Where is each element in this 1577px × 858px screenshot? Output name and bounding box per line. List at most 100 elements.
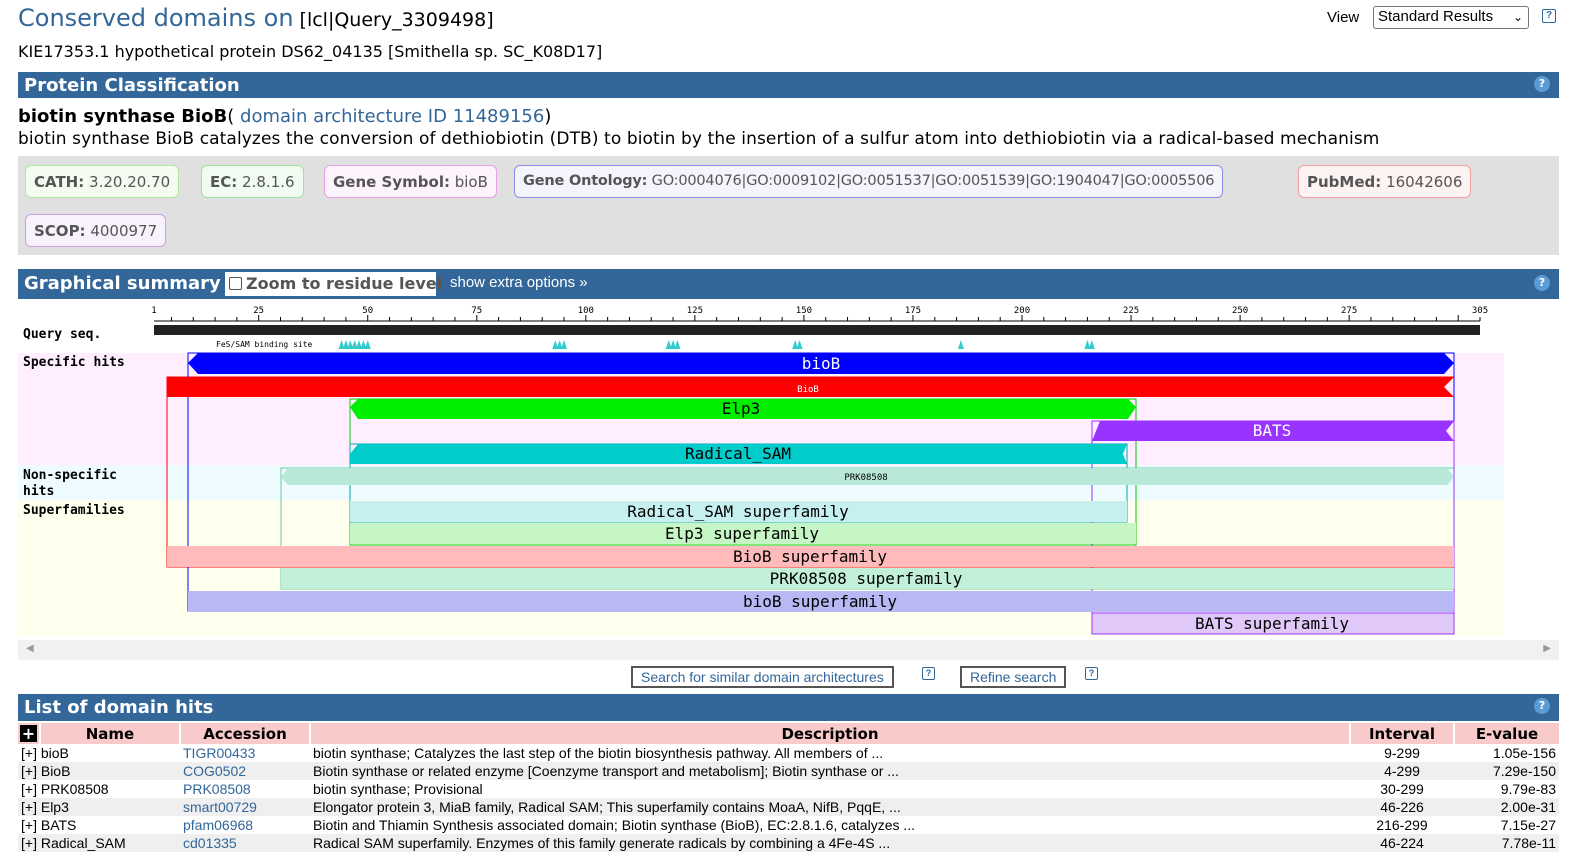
table-row[interactable]: [+] BATS pfam06968 Biotin and Thiamin Sy…	[18, 816, 1559, 834]
table-row[interactable]: [+] Elp3 smart00729 Elongator protein 3,…	[18, 798, 1559, 816]
badge-value: 4000977	[90, 222, 158, 240]
protein-classification-title: Protein Classification	[24, 75, 240, 96]
help-icon[interactable]: ?	[1534, 76, 1550, 92]
hit-accession-link[interactable]: PRK08508	[180, 780, 310, 798]
hit-interval: 9-299	[1384, 744, 1420, 761]
table-row[interactable]: [+] BioB COG0502 Biotin synthase or rela…	[18, 762, 1559, 780]
pubmed-badge[interactable]: PubMed: 16042606	[1298, 165, 1472, 198]
domain-hits-bar: List of domain hits ?	[18, 694, 1559, 721]
show-extra-options-link[interactable]: show extra options »	[450, 274, 588, 291]
ruler-tick-label: 225	[1123, 306, 1139, 316]
hit-interval: 216-299	[1376, 816, 1428, 833]
horizontal-scrollbar[interactable]: ◀ ▶	[18, 640, 1559, 660]
hit-description: Elongator protein 3, MiaB family, Radica…	[310, 798, 1350, 816]
zoom-checkbox[interactable]	[229, 277, 242, 290]
badge-value: 16042606	[1386, 173, 1463, 191]
hit-name: Radical_SAM	[40, 834, 126, 851]
classification-name: biotin synthase BioB	[18, 106, 228, 127]
table-row[interactable]: [+] bioB TIGR00433 biotin synthase; Cata…	[18, 744, 1559, 762]
hit-name: Elp3	[40, 798, 69, 815]
ruler-tick-label: 200	[1014, 306, 1030, 316]
col-accession[interactable]: Accession	[180, 723, 311, 744]
hit-description: Biotin and Thiamin Synthesis associated …	[313, 816, 916, 833]
ruler-tick-label: 305	[1472, 306, 1488, 316]
hit-accession-link[interactable]: pfam06968	[180, 816, 310, 834]
domain-architecture-link[interactable]: domain architecture ID 11489156	[240, 106, 544, 127]
help-icon[interactable]: ?	[1085, 667, 1098, 680]
classification-badges: CATH: 3.20.20.70 EC: 2.8.1.6 Gene Symbol…	[18, 156, 1559, 255]
view-select-value: Standard Results	[1378, 8, 1494, 25]
table-row[interactable]: [+] Radical_SAM cd01335 Radical SAM supe…	[18, 834, 1559, 852]
gene-symbol-badge[interactable]: Gene Symbol: bioB	[324, 165, 497, 198]
arch-prefix: (	[227, 106, 241, 127]
ruler-tick-label: 250	[1232, 306, 1248, 316]
refine-search-button[interactable]: Refine search	[960, 666, 1067, 688]
query-description: KIE17353.1 hypothetical protein DS62_041…	[18, 42, 603, 61]
gene-ontology-badge[interactable]: Gene Ontology: GO:0004076|GO:0009102|GO:…	[514, 165, 1224, 198]
col-description[interactable]: Description	[310, 723, 1351, 744]
scroll-left-icon[interactable]: ◀	[26, 643, 34, 654]
scroll-right-icon[interactable]: ▶	[1543, 643, 1551, 654]
help-icon[interactable]: ?	[1534, 698, 1550, 714]
bats-superfamily-label: BATS superfamily	[1195, 614, 1349, 633]
query-seq-label: Query seq.	[23, 327, 101, 342]
graphical-summary-title: Graphical summary	[24, 273, 221, 294]
bioB-superfamily-label: bioB superfamily	[743, 592, 897, 611]
hit-accession-link[interactable]: smart00729	[180, 798, 310, 816]
badge-label: SCOP:	[34, 222, 86, 240]
Elp3-hit-label: Elp3	[722, 399, 761, 418]
hit-name-cell: [+] bioB	[18, 744, 180, 762]
zoom-toggle[interactable]: Zoom to residue level	[225, 272, 442, 296]
domain-hits-title: List of domain hits	[24, 697, 214, 718]
ec-badge[interactable]: EC: 2.8.1.6	[201, 165, 304, 198]
scop-badge[interactable]: SCOP: 4000977	[25, 214, 167, 247]
help-icon[interactable]: ?	[922, 667, 935, 680]
hit-accession-link[interactable]: TIGR00433	[180, 744, 310, 762]
hit-name-cell: [+] BioB	[18, 762, 180, 780]
nonspecific-hits-label: Non-specific	[23, 468, 117, 483]
ruler-tick-label: 125	[687, 306, 703, 316]
cath-badge[interactable]: CATH: 3.20.20.70	[25, 165, 180, 198]
classification-description: biotin synthase BioB catalyzes the conve…	[18, 129, 1380, 149]
row-expand-toggle[interactable]: [+]	[21, 745, 37, 761]
col-evalue[interactable]: E-value	[1454, 723, 1559, 744]
row-expand-toggle[interactable]: [+]	[21, 763, 37, 779]
ruler-tick-label: 1	[151, 306, 156, 316]
Radical_SAM-hit-label: Radical_SAM	[685, 444, 791, 463]
row-expand-toggle[interactable]: [+]	[21, 835, 37, 851]
hit-name: BATS	[40, 816, 77, 833]
col-name[interactable]: Name	[40, 723, 181, 744]
hit-accession-link[interactable]: COG0502	[180, 762, 310, 780]
table-header-row: + Name Accession Description Interval E-…	[18, 723, 1559, 744]
ruler-tick-label: 150	[796, 306, 812, 316]
row-expand-toggle[interactable]: [+]	[21, 799, 37, 815]
expand-all-button[interactable]: +	[20, 724, 37, 742]
badge-label: Gene Symbol:	[333, 173, 450, 191]
table-row[interactable]: [+] PRK08508 PRK08508 biotin synthase; P…	[18, 780, 1559, 798]
hit-evalue: 2.00e-31	[1454, 798, 1559, 816]
help-icon[interactable]: ?	[1534, 275, 1550, 291]
view-select[interactable]: Standard Results ⌄	[1373, 6, 1529, 29]
row-expand-toggle[interactable]: [+]	[21, 817, 37, 833]
query-id: [lcl|Query_3309498]	[299, 9, 494, 31]
arch-suffix: )	[544, 106, 552, 127]
col-interval[interactable]: Interval	[1350, 723, 1455, 744]
protein-classification-bar: Protein Classification ?	[18, 72, 1559, 98]
hit-name: BioB	[40, 762, 71, 779]
expand-all-header: +	[18, 723, 41, 744]
search-similar-architectures-button[interactable]: Search for similar domain architectures	[631, 666, 894, 688]
hit-accession-link[interactable]: cd01335	[180, 834, 310, 852]
ruler-tick-label: 50	[362, 306, 373, 316]
row-expand-toggle[interactable]: [+]	[21, 781, 37, 797]
radical-sam-superfamily-label: Radical_SAM superfamily	[627, 502, 849, 521]
page-title: Conserved domains on [lcl|Query_3309498]	[18, 4, 494, 32]
title-text: Conserved domains on	[18, 4, 294, 32]
query-sequence-bar	[154, 325, 1480, 335]
elp3-superfamily-label: Elp3 superfamily	[665, 524, 819, 543]
hit-name-cell: [+] Elp3	[18, 798, 180, 816]
badge-value: bioB	[454, 173, 488, 191]
help-icon[interactable]: ?	[1542, 9, 1556, 23]
hit-description: biotin synthase; Provisional	[313, 780, 483, 797]
hit-evalue: 7.15e-27	[1500, 816, 1556, 833]
nonspecific-hits-label-2: hits	[23, 484, 54, 499]
